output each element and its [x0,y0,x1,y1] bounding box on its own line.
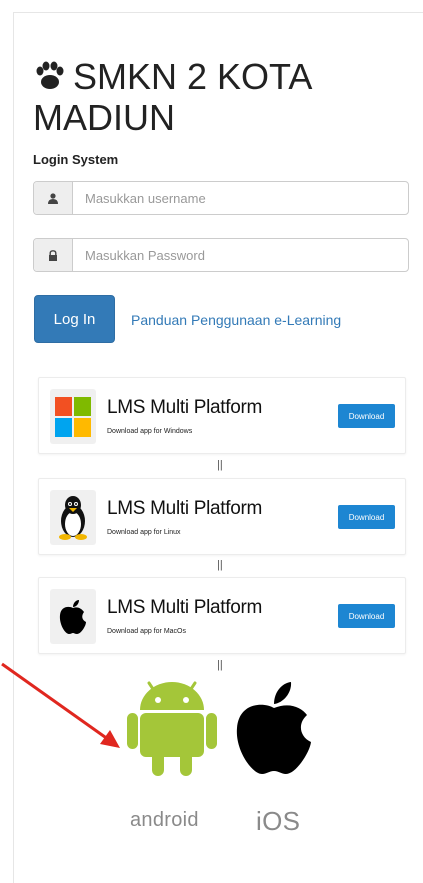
login-system-label: Login System [33,152,119,167]
ios-label: iOS [256,806,301,836]
lock-icon [34,239,73,271]
login-button[interactable]: Log In [34,295,115,343]
download-card-macos: LMS Multi Platform Download app for MacO… [38,577,406,654]
card-subtitle: Download app for MacOs [107,628,186,635]
linux-icon [50,490,96,545]
apple-icon [50,589,96,644]
windows-icon [50,389,96,444]
paw-icon [36,61,64,89]
download-card-windows: LMS Multi Platform Download app for Wind… [38,377,406,454]
download-windows-button[interactable]: Download [338,404,395,428]
separator: || [217,559,223,571]
download-linux-button[interactable]: Download [338,505,395,529]
page-title-text: SMKN 2 KOTA MADIUN [33,56,311,138]
ios-apple-icon[interactable] [234,680,314,776]
page-title: SMKN 2 KOTA MADIUN [33,56,403,138]
download-card-linux: LMS Multi Platform Download app for Linu… [38,478,406,555]
android-icon[interactable] [127,680,217,778]
card-subtitle: Download app for Windows [107,428,193,435]
android-label: android [130,809,199,831]
card-title: LMS Multi Platform [107,397,263,418]
user-icon [34,182,73,214]
separator: || [217,459,223,471]
password-group [33,238,409,272]
username-group [33,181,409,215]
card-subtitle: Download app for Linux [107,529,181,536]
password-input[interactable] [73,239,408,271]
username-input[interactable] [73,182,408,214]
separator: || [217,659,223,671]
guide-link[interactable]: Panduan Penggunaan e-Learning [131,312,341,328]
red-arrow-annotation [1,662,120,748]
card-title: LMS Multi Platform [107,597,263,618]
card-title: LMS Multi Platform [107,498,263,519]
download-macos-button[interactable]: Download [338,604,395,628]
